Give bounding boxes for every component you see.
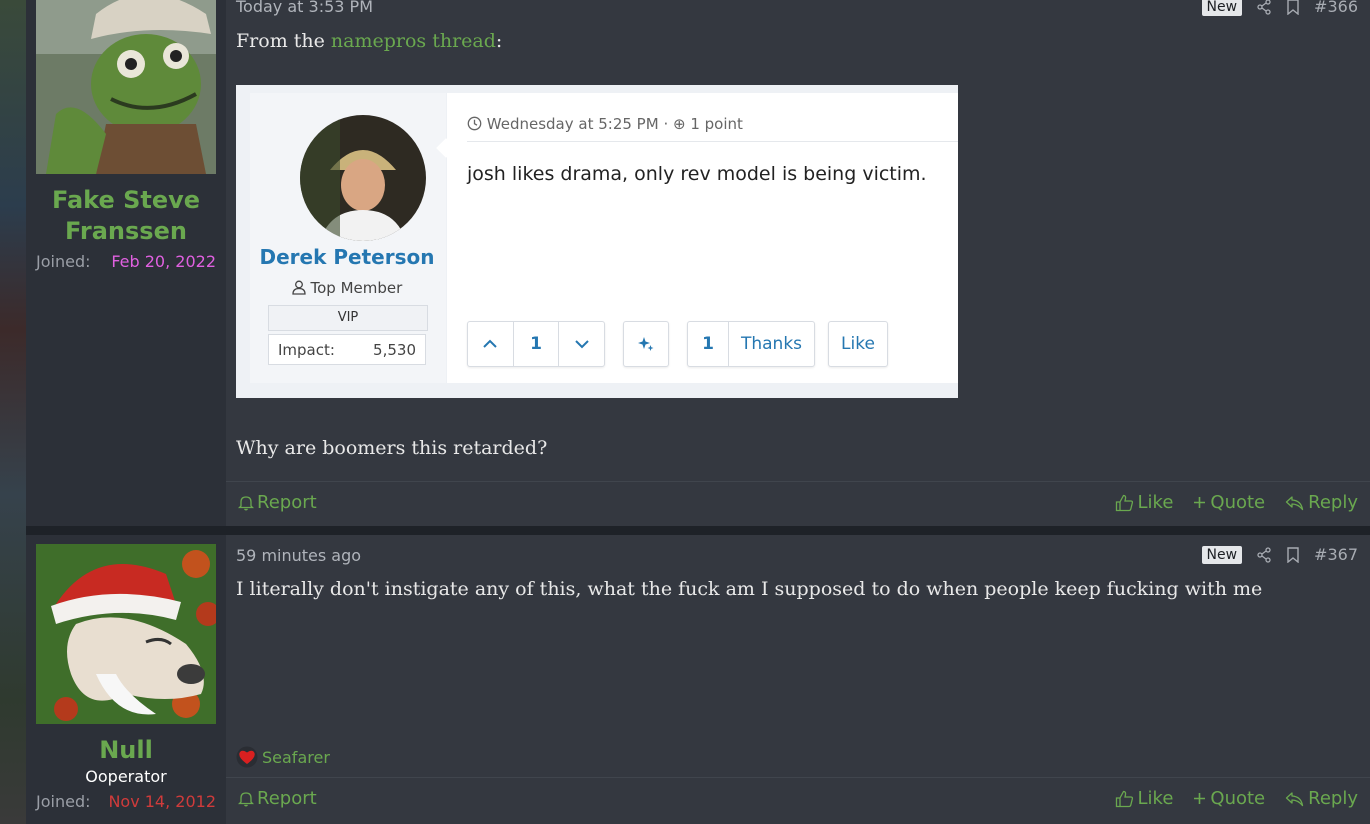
like-label: Like [1137, 788, 1174, 809]
quote-label: Quote [1210, 788, 1266, 809]
user-title: Ooperator [85, 767, 167, 786]
reply-icon [1285, 791, 1304, 807]
like-button[interactable]: Like [1115, 788, 1174, 809]
reaction-summary[interactable]: Seafarer [236, 746, 330, 768]
joined-date: Nov 14, 2012 [108, 792, 216, 811]
share-icon[interactable] [1256, 546, 1272, 563]
post-action-bar: Report Like Quote Reply [226, 777, 1370, 822]
thumbs-up-icon [1115, 494, 1134, 512]
avatar[interactable] [36, 0, 216, 174]
report-label: Report [257, 492, 317, 513]
post-367: Null Ooperator Joined: Nov 14, 2012 59 m… [26, 535, 1370, 824]
joined-row: Joined: Nov 14, 2012 [36, 792, 216, 811]
post-meta: New #367 [1201, 545, 1358, 564]
plus-icon [1193, 496, 1206, 509]
joined-label: Joined: [36, 252, 91, 271]
sparkle-button[interactable] [623, 321, 669, 367]
avatar-image [36, 544, 216, 724]
post-meta: New #366 [1201, 0, 1358, 16]
embed-avatar [300, 115, 426, 241]
embed-username: Derek Peterson [259, 245, 435, 269]
reply-icon [1285, 495, 1304, 511]
intro-prefix: From the [236, 30, 331, 52]
thumbs-up-icon [1115, 790, 1134, 808]
embed-meta: Wednesday at 5:25 PM · ⊕ 1 point [467, 115, 958, 142]
embedded-screenshot[interactable]: Derek Peterson Top Member VIP Impact: 5,… [236, 85, 958, 398]
plus-icon [1193, 792, 1206, 805]
post-number[interactable]: #367 [1314, 545, 1358, 564]
embed-meta-text: Wednesday at 5:25 PM · ⊕ 1 point [486, 115, 743, 133]
joined-row: Joined: Feb 20, 2022 [36, 252, 216, 271]
embed-like-button[interactable]: Like [828, 321, 888, 367]
report-button[interactable]: Report [238, 492, 317, 513]
vote-count: 1 [512, 322, 559, 366]
thanks-button[interactable]: 1 Thanks [687, 321, 815, 367]
username[interactable]: Fake Steve Franssen [26, 185, 226, 247]
post-actions: Like Quote Reply [1115, 492, 1358, 513]
report-label: Report [257, 788, 317, 809]
reply-button[interactable]: Reply [1285, 492, 1358, 513]
impact-value: 5,530 [373, 340, 416, 359]
like-button[interactable]: Like [1115, 492, 1174, 513]
bell-icon [238, 790, 254, 807]
post-intro: From the namepros thread: [236, 30, 1358, 52]
embed-user-title: Top Member [236, 279, 458, 297]
post-366: Fake Steve Franssen Joined: Feb 20, 2022… [26, 0, 1370, 526]
user-cell: Null Ooperator Joined: Nov 14, 2012 [26, 535, 226, 824]
impact-label: Impact: [278, 340, 335, 359]
vote-box: 1 [467, 321, 605, 367]
share-icon[interactable] [1256, 0, 1272, 15]
thanks-label: Thanks [728, 322, 814, 366]
reaction-label: Seafarer [262, 747, 330, 767]
thanks-count: 1 [702, 334, 714, 354]
intro-suffix: : [495, 30, 503, 52]
namepros-thread-link[interactable]: namepros thread [331, 30, 496, 52]
new-badge: New [1201, 545, 1243, 564]
post-body: Why are boomers this retarded? [236, 437, 548, 459]
embed-content: Wednesday at 5:25 PM · ⊕ 1 point josh li… [447, 93, 958, 383]
clock-icon [467, 116, 482, 131]
bookmark-icon[interactable] [1286, 546, 1300, 563]
reply-button[interactable]: Reply [1285, 788, 1358, 809]
like-label: Like [1137, 492, 1174, 513]
user-icon [292, 280, 306, 295]
user-cell: Fake Steve Franssen Joined: Feb 20, 2022 [26, 0, 226, 526]
reply-label: Reply [1308, 492, 1358, 513]
embed-impact: Impact: 5,530 [268, 334, 426, 365]
joined-date: Feb 20, 2022 [111, 252, 216, 271]
embed-user-title-text: Top Member [310, 279, 403, 297]
new-badge: New [1201, 0, 1243, 16]
bell-icon [238, 494, 254, 511]
embed-vip-badge: VIP [268, 305, 428, 331]
page-background-strip [0, 0, 26, 824]
report-button[interactable]: Report [238, 788, 317, 809]
username[interactable]: Null [26, 735, 226, 766]
chevron-up-icon[interactable] [468, 322, 513, 366]
quote-label: Quote [1210, 492, 1266, 513]
post-number[interactable]: #366 [1314, 0, 1358, 16]
post-action-bar: Report Like Quote Reply [226, 481, 1370, 526]
sparkle-icon [624, 322, 668, 366]
embed-like-label: Like [841, 334, 875, 354]
avatar[interactable] [36, 544, 216, 724]
heart-icon [236, 746, 258, 768]
quote-button[interactable]: Quote [1193, 788, 1265, 809]
avatar-image [36, 0, 216, 174]
post-body: I literally don't instigate any of this,… [236, 578, 1263, 600]
post-actions: Like Quote Reply [1115, 788, 1358, 809]
embed-comment: josh likes drama, only rev model is bein… [467, 163, 927, 185]
post-time[interactable]: 59 minutes ago [236, 546, 361, 565]
joined-label: Joined: [36, 792, 91, 811]
quote-button[interactable]: Quote [1193, 492, 1265, 513]
reply-label: Reply [1308, 788, 1358, 809]
post-time[interactable]: Today at 3:53 PM [236, 0, 373, 16]
chevron-down-icon[interactable] [558, 322, 604, 366]
bookmark-icon[interactable] [1286, 0, 1300, 15]
